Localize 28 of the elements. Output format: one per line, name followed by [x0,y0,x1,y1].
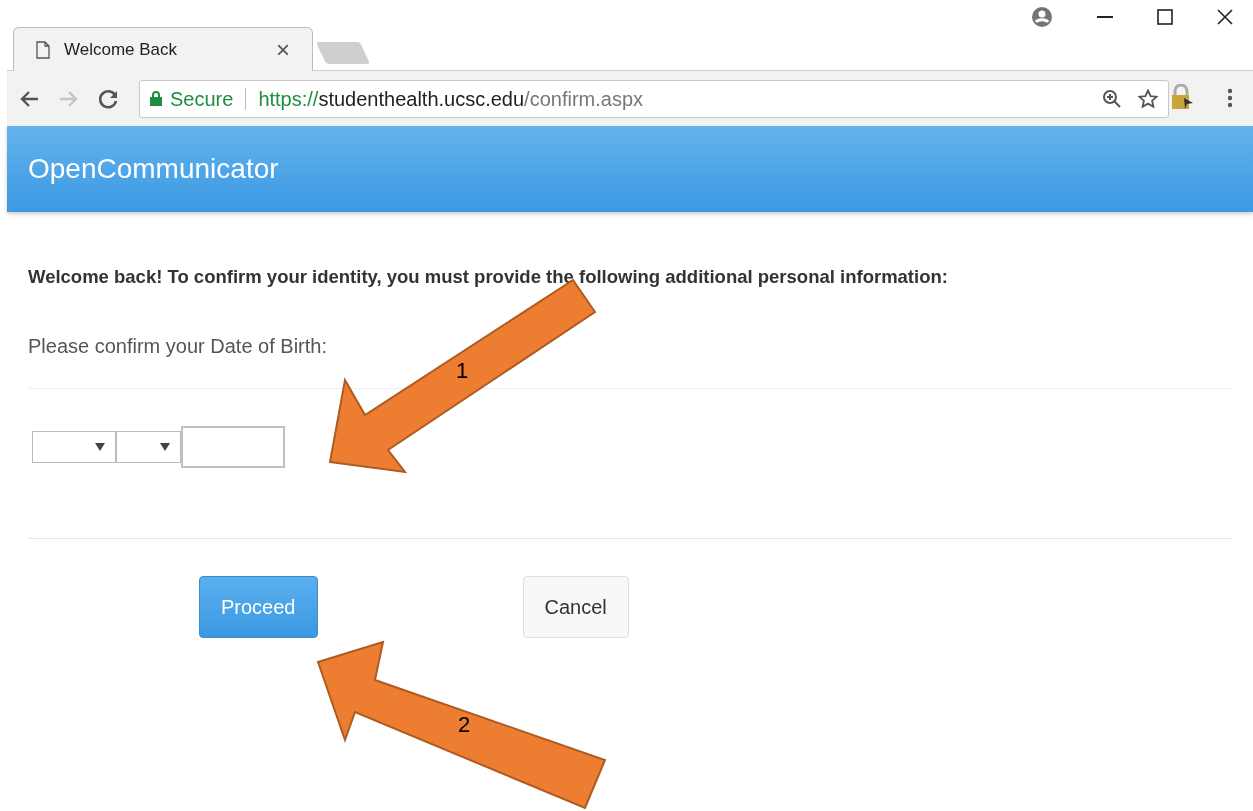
dropdown-caret-icon [95,442,105,451]
dropdown-field[interactable] [32,430,116,463]
tab-title: Welcome Back [64,38,179,61]
heading-text: Welcome back! To confirm your identity, you must provide the following additional personal information: [28,265,949,289]
reload-icon[interactable] [99,88,119,109]
menu-icon[interactable] [1227,88,1233,108]
cancel-button[interactable]: Cancel [522,575,629,638]
url-text: https://studenthealth.ucsc.edu/confirm.aspx [258,86,644,112]
dropdown-field[interactable] [116,430,181,463]
annotation-number: 1 [456,358,469,383]
security-label: Secure [170,86,234,112]
app-title: OpenCommunicator [28,152,279,186]
zoom-icon[interactable] [1102,88,1122,109]
padlock-extension-icon[interactable] [1170,84,1194,110]
annotation-number: 2 [458,712,471,737]
year-input-field[interactable] [181,425,285,468]
back-icon[interactable] [19,89,39,108]
page-icon [36,40,50,59]
tab-close-button[interactable]: × [276,37,290,62]
dropdown-caret-icon [160,442,170,451]
close-icon[interactable] [1217,9,1233,25]
prompt-text: Please confirm your Date of Birth: [28,333,328,359]
lock-icon [150,91,162,106]
maximize-icon[interactable] [1157,9,1173,25]
star-icon[interactable] [1138,88,1158,109]
profile-icon[interactable] [1031,6,1053,28]
browser-tab[interactable]: Welcome Back × [13,27,313,71]
address-bar[interactable]: Secure https://studenthealth.ucsc.edu/confirm.aspx [139,79,1169,118]
